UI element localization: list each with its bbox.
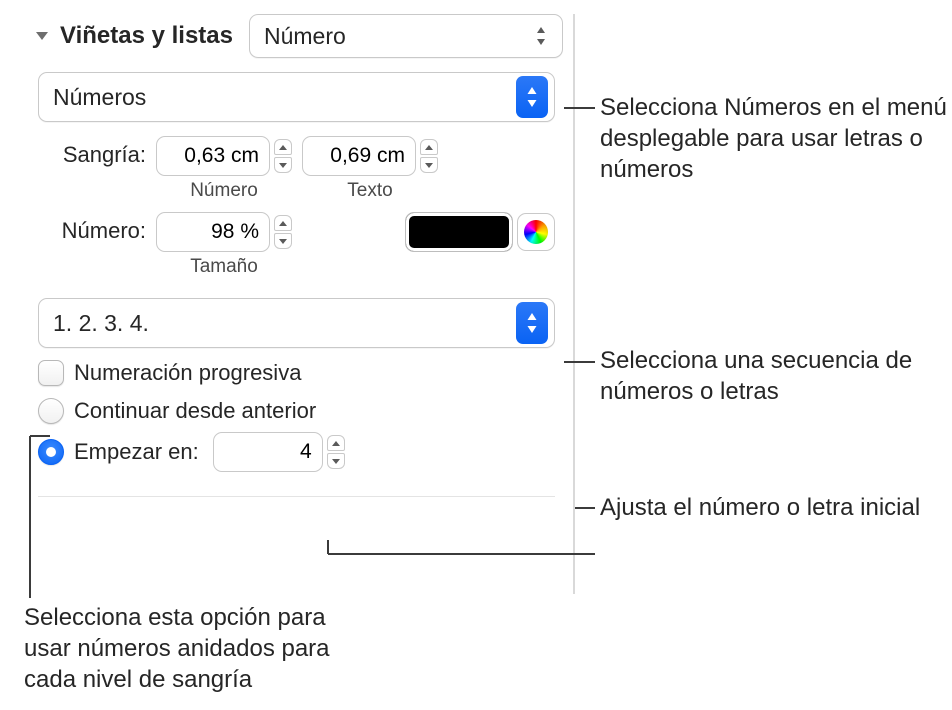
disclosure-triangle-icon[interactable] bbox=[34, 28, 50, 44]
number-label: Número: bbox=[38, 212, 146, 244]
stepper-up-icon[interactable] bbox=[327, 435, 345, 451]
callout-tiered: Selecciona esta opción para usar números… bbox=[24, 602, 354, 696]
updown-arrows-icon bbox=[516, 302, 548, 344]
stepper-down-icon[interactable] bbox=[420, 157, 438, 173]
tiered-numbers-checkbox[interactable] bbox=[38, 360, 64, 386]
list-style-popup[interactable]: Número bbox=[249, 14, 563, 58]
start-from-radio[interactable] bbox=[38, 439, 64, 465]
indent-text-stepper[interactable] bbox=[302, 136, 438, 176]
section-title: Viñetas y listas bbox=[60, 22, 233, 50]
indent-number-stepper[interactable] bbox=[156, 136, 292, 176]
number-format-value: Números bbox=[53, 84, 146, 111]
updown-arrows-icon bbox=[516, 76, 548, 118]
section-header: Viñetas y listas Número bbox=[28, 14, 563, 58]
callout-start: Ajusta el número o letra inicial bbox=[600, 492, 920, 523]
number-size-input[interactable] bbox=[156, 212, 270, 252]
start-from-label: Empezar en: bbox=[74, 439, 199, 465]
continue-from-previous-radio[interactable] bbox=[38, 398, 64, 424]
stepper-up-icon[interactable] bbox=[420, 139, 438, 155]
continue-from-previous-label: Continuar desde anterior bbox=[74, 398, 316, 424]
indent-text-input[interactable] bbox=[302, 136, 416, 176]
indent-text-caption: Texto bbox=[347, 180, 392, 202]
updown-arrows-icon bbox=[526, 15, 556, 57]
stepper-up-icon[interactable] bbox=[274, 139, 292, 155]
color-wheel-icon bbox=[524, 220, 548, 244]
bullets-lists-panel: Viñetas y listas Número Números Sangría: bbox=[28, 14, 575, 594]
stepper-up-icon[interactable] bbox=[274, 215, 292, 231]
sequence-value: 1. 2. 3. 4. bbox=[53, 310, 149, 337]
stepper-down-icon[interactable] bbox=[274, 157, 292, 173]
indent-number-caption: Número bbox=[190, 180, 258, 202]
indent-number-input[interactable] bbox=[156, 136, 270, 176]
start-from-input[interactable] bbox=[213, 432, 323, 472]
callout-sequence: Selecciona una secuencia de números o le… bbox=[600, 345, 950, 407]
stepper-down-icon[interactable] bbox=[274, 233, 292, 249]
number-format-popup[interactable]: Números bbox=[38, 72, 555, 122]
callout-format: Selecciona Números en el menú desplegabl… bbox=[600, 92, 950, 186]
separator bbox=[38, 496, 555, 497]
number-size-stepper[interactable] bbox=[156, 212, 292, 252]
indent-label: Sangría: bbox=[38, 136, 146, 168]
number-size-caption: Tamaño bbox=[190, 256, 258, 278]
tiered-numbers-label: Numeración progresiva bbox=[74, 360, 301, 386]
number-color-well[interactable] bbox=[405, 212, 513, 252]
list-style-value: Número bbox=[264, 23, 346, 50]
sequence-popup[interactable]: 1. 2. 3. 4. bbox=[38, 298, 555, 348]
start-from-stepper[interactable] bbox=[213, 432, 345, 472]
color-picker-button[interactable] bbox=[517, 213, 555, 251]
stepper-down-icon[interactable] bbox=[327, 453, 345, 469]
